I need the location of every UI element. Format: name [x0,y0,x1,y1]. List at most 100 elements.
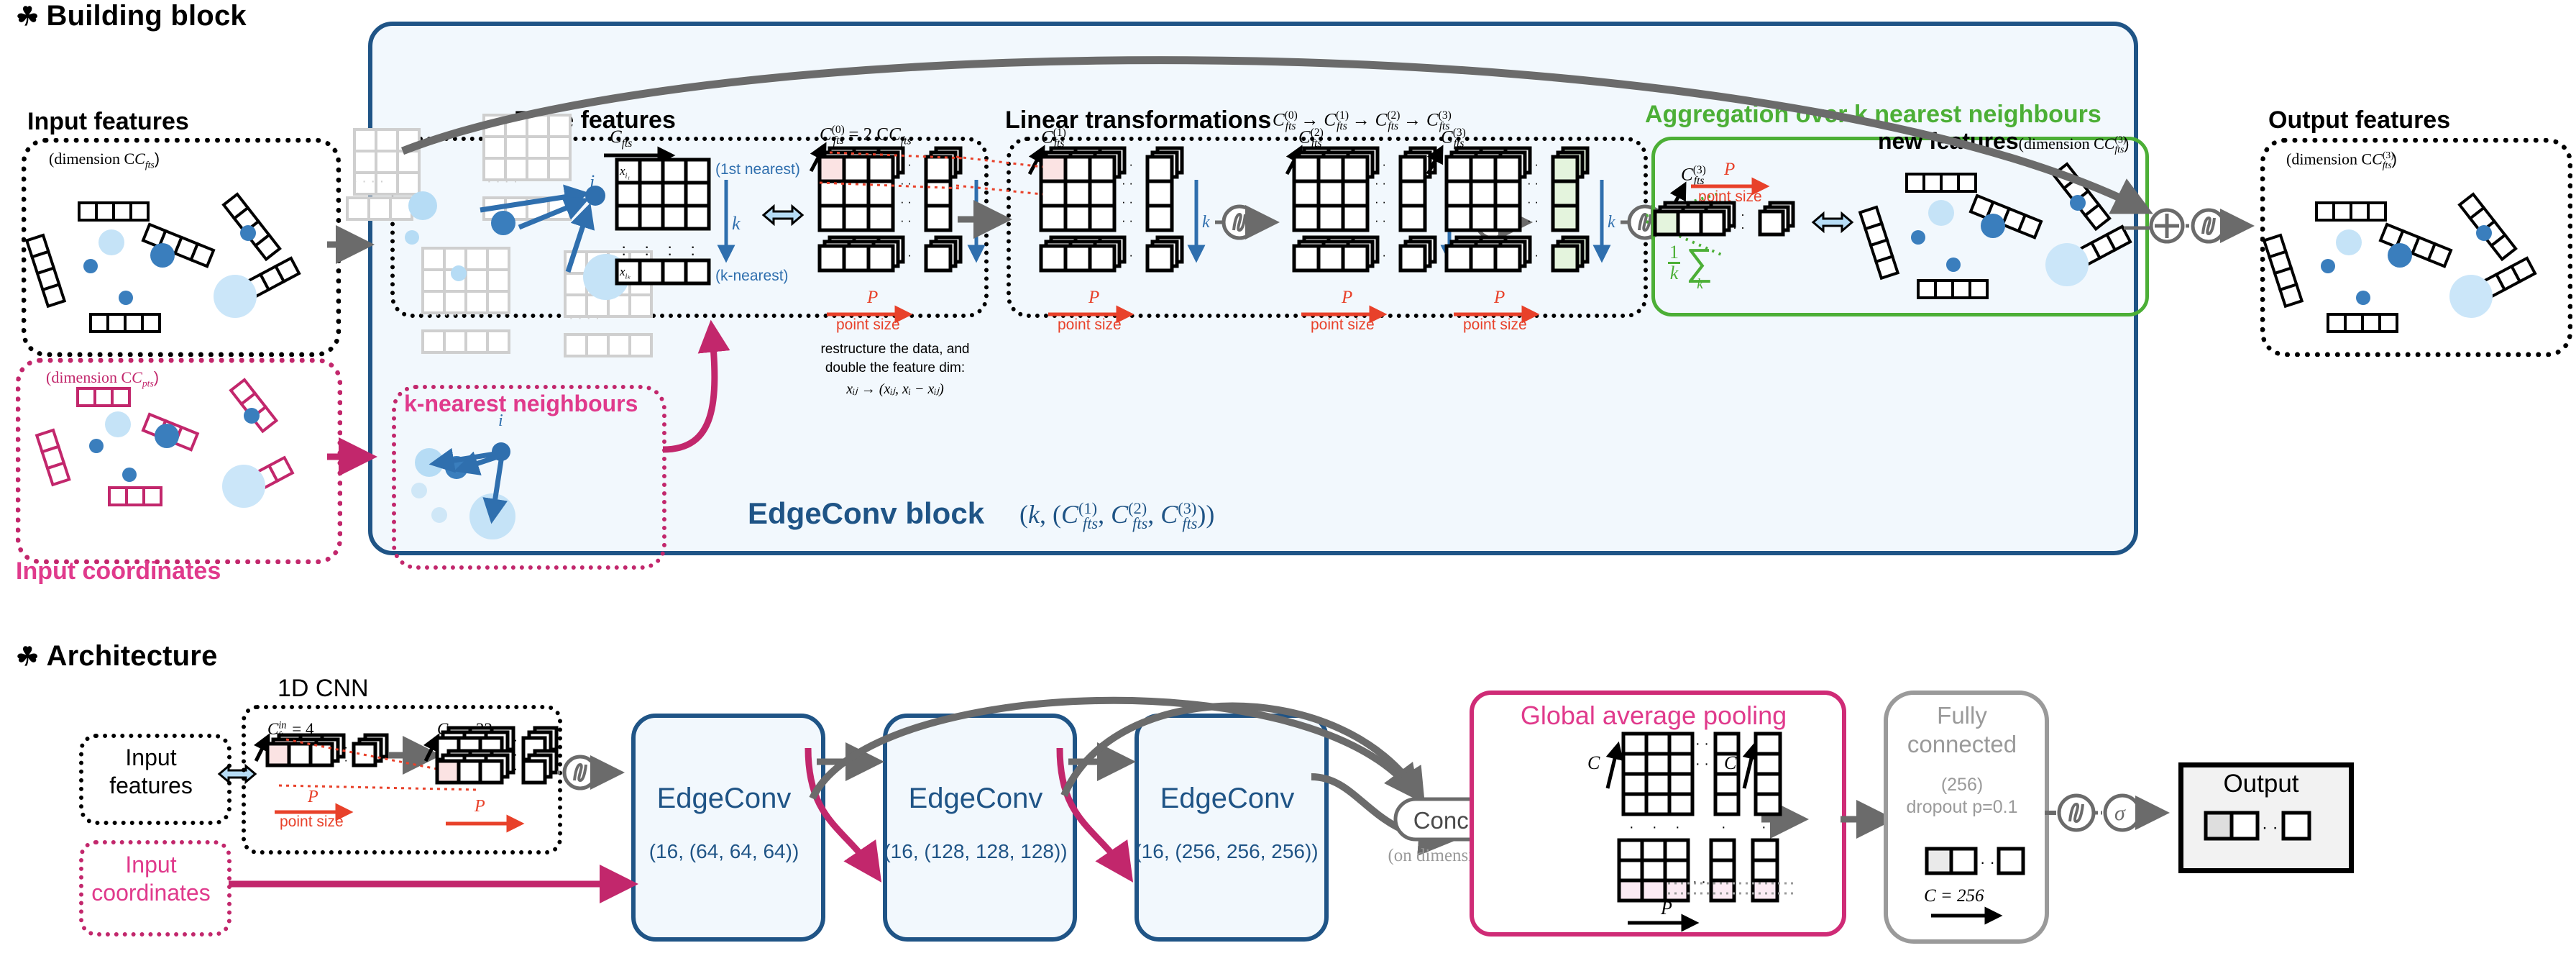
fc-units: (256) [1940,775,1984,795]
sum-symbol: ∑ [1686,241,1713,283]
aggregation-point-size: point size [1698,188,1762,205]
p-label-stage2: P [1342,288,1353,307]
caption-formula: xᵢⱼ → (xᵢⱼ, xᵢ − xᵢⱼ) [846,381,944,398]
arrow-ec1-ec2 [817,742,884,781]
nf-dim-prefix: (dimension C [2018,135,2104,152]
caption-line1: restructure the data, and [820,342,970,357]
node-i-label-knn: i [498,411,503,430]
cnn-out-value: = 32 [462,720,492,738]
architecture-heading: ☘ Architecture [16,640,218,673]
building-block-title: Building block [46,0,247,32]
aggregation-mean-symbol: 1 k ∑ k [1668,242,1713,292]
eq: = 2 C [848,124,889,145]
knn-pointcloud [392,424,658,561]
svg-text:· · · ·: · · · · [569,310,600,326]
linear-transformations-box [1007,137,1648,318]
arch-input-coordinates-label: Input coordinates [79,851,223,907]
row-label-last: xiₖ [620,265,631,281]
arrow-ec2-ec3 [1068,742,1136,781]
p-label-stage1: P [1088,288,1100,307]
pooling-c-label-2: C [1724,752,1737,773]
output-features-title: Output features [2268,106,2451,134]
restructure-caption: restructure the data, and double the fea… [787,340,1003,399]
arch-in-coord-line2: coordinates [91,880,211,906]
stage2-axis-label: C(2)fts [1298,127,1324,150]
new-features-text: new features [1878,128,2019,154]
arch-coordinates-arrow [229,865,638,903]
architecture-title: Architecture [46,640,218,672]
p-label-cfts0: P [867,288,879,307]
sum-sub: k [1697,276,1703,292]
mean-numerator: 1 [1668,242,1680,264]
input-coordinates-pointcloud [16,358,332,554]
edgeconv-block-label: EdgeConv block [748,496,984,531]
cnn-p-label-2: P [475,797,485,816]
arch-in-feat-line2: features [109,773,193,799]
fc-dropout: dropout p=0.1 [1906,797,2018,818]
first-nearest-label: (1st nearest) [715,161,800,178]
building-block-heading: ☘ Building block [16,0,247,32]
cnn-in-label: Cinfts = 4 [267,719,314,742]
point-size-cfts0: point size [836,316,900,333]
sub: fts [833,135,844,147]
row-first-sub: i₁ [625,172,631,181]
fully-connected-c-value: C = 256 [1924,886,1984,906]
pooling-p-label: P [1661,898,1672,919]
row-label-first: xi₁ [620,164,631,181]
cfts-axis-label: Cfts [610,127,633,150]
input-features-pointcloud [22,138,331,347]
svg-text:σ: σ [2114,801,2126,825]
cnn-out-sub: fts [448,729,458,742]
caption-line2: double the feature dim: [825,360,966,375]
k-label-stage2: k [1455,213,1463,232]
knn-title: k-nearest neighbours [404,391,638,416]
arch-edgeconv-name-1: EdgeConv [656,783,792,814]
edgeconv-block-params: (k, (C(1)fts, C(2)fts, C(3)fts)) [1019,499,1215,533]
arch-edgeconv-name-3: EdgeConv [1160,783,1295,814]
arch-edgeconv-box-3[interactable] [1135,714,1329,942]
output-features-pointcloud [2260,138,2562,347]
point-size-stage2: point size [1311,316,1375,333]
input-coordinates-title: Input coordinates [16,557,221,585]
arch-in-feat-line1: Input [125,744,177,770]
global-pooling-title: Global average pooling [1520,701,1787,730]
clover-icon: ☘ [16,1,40,31]
fully-connected-label: Fully connected [1884,701,2040,760]
cfts-sub: fts [621,137,633,150]
cnn-p-label: P [308,788,318,806]
arch-input-features-label: Input features [79,744,223,800]
k-label-cfts0: k [982,213,990,232]
point-size-stage1: point size [1058,316,1122,333]
svg-text:· · · ·: · · · · [487,173,518,189]
input-features-title: Input features [27,108,189,135]
k-label-stage1: k [1202,213,1210,232]
output-title: Output [2223,770,2299,798]
k-nearest-label: (k-nearest) [715,268,789,284]
edgeconv-block-name: EdgeConv block [748,496,985,530]
fc-line2: connected [1907,731,2017,758]
nf-dim-close: ) [2124,135,2130,152]
cnn-point-size: point size [280,814,344,830]
arch-edgeconv-name-2: EdgeConv [908,783,1043,814]
stage3-axis-label: C(3)fts [1441,127,1466,150]
aggregation-title: Aggregation over k nearest neighbours [1645,101,2101,128]
arch-edgeconv-box-1[interactable] [631,714,825,942]
row-last-sub: iₖ [625,273,631,281]
new-features-pointcloud [1858,151,2150,306]
arch-in-coord-line1: Input [125,852,177,878]
aggregation-p-label: P [1724,160,1736,179]
stage1-axis-label: C(1)fts [1041,127,1066,150]
cnn-in-sup: in [278,719,287,732]
skip-arc-ec1-concat [809,696,1421,801]
cfts0-label: C(0)fts = 2 CCfts [820,124,912,147]
cnn-title: 1D CNN [278,675,369,702]
fc-line1: Fully [1937,702,1987,729]
k-axis-label: k [732,213,741,234]
point-size-stage3: point size [1463,316,1527,333]
arch-edgeconv-box-2[interactable] [883,714,1077,942]
cnn-in-sub: fts [278,729,288,742]
svg-text:· · · ·: · · · · [426,306,457,322]
clover-icon-2: ☘ [16,642,40,671]
node-i-label-edge: i [590,171,595,192]
arch-edgeconv-params-1: (16, (64, 64, 64)) [648,840,799,862]
